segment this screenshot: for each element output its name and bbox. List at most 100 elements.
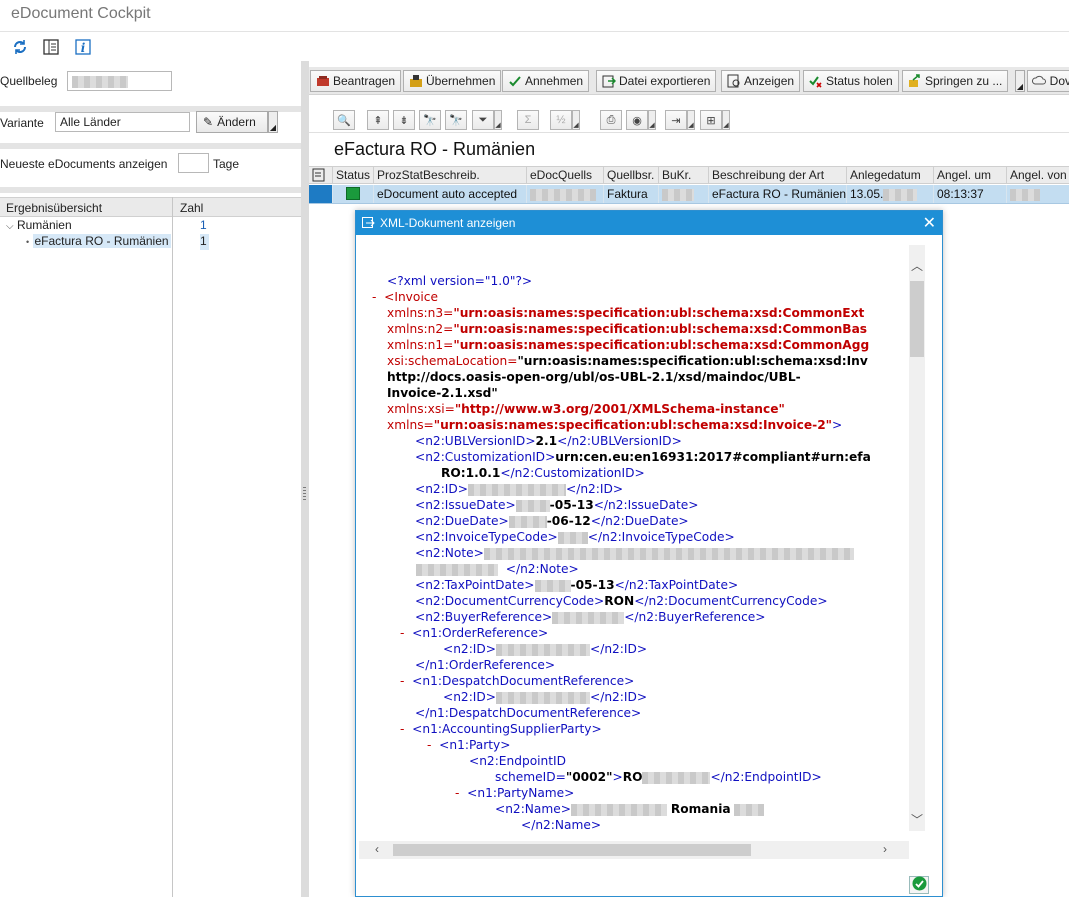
xml-line: <n2:ID> </n2:ID> <box>443 690 648 704</box>
splitter-grip-icon[interactable] <box>303 487 306 501</box>
springen-zu-button[interactable]: Springen zu ... <box>902 70 1009 92</box>
find-next-icon[interactable]: 🔭 <box>445 110 467 130</box>
status-holen-button[interactable]: Status holen <box>803 70 899 92</box>
scroll-up-icon[interactable]: ︿ <box>911 257 923 274</box>
anzeigen-button[interactable]: Anzeigen <box>721 70 801 92</box>
dialog-title: XML-Dokument anzeigen <box>380 216 516 230</box>
collapse-toggle[interactable]: - <box>372 290 376 304</box>
horizontal-scrollbar[interactable]: ‹ › <box>359 841 909 859</box>
download-button[interactable]: Dov <box>1027 70 1069 92</box>
refresh-icon[interactable] <box>10 37 30 57</box>
alv-toolbar: 🔍 ⇞ ⇟ 🔭 🔭 ⏷ ◢ Σ ½ ◢ ⎙ ◉ ◢ ⇥ ◢ ⊞ ◢ <box>309 107 1069 133</box>
subtotal-icon[interactable]: ½ <box>550 110 572 130</box>
xml-viewer[interactable]: <?xml version="1.0"?> - <Invoice xmlns:n… <box>359 245 925 849</box>
col-angel-von[interactable]: Angel. von <box>1007 167 1069 184</box>
collapse-toggle[interactable]: - <box>400 674 404 688</box>
vertical-scrollbar[interactable]: ︿ ﹀ <box>909 245 925 831</box>
xml-line: xmlns:xsi="http://www.w3.org/2001/XMLSch… <box>387 402 785 416</box>
scroll-right-icon[interactable]: › <box>883 842 887 856</box>
sum-icon[interactable]: Σ <box>517 110 539 130</box>
expand-icon[interactable]: ⌵ <box>6 221 14 232</box>
tree-col-zahl: Zahl <box>180 201 204 215</box>
ok-button[interactable] <box>909 876 929 894</box>
views-icon[interactable]: ◉ <box>626 110 648 130</box>
col-angel-um[interactable]: Angel. um <box>934 167 1007 184</box>
quellbeleg-input[interactable] <box>67 71 172 91</box>
separator <box>0 187 301 193</box>
filter-icon[interactable]: ⏷ <box>472 110 494 130</box>
collapse-toggle[interactable]: - <box>400 626 404 640</box>
xml-line: Invoice-2.1.xsd" <box>387 386 498 400</box>
uebernehmen-button[interactable]: Übernehmen <box>403 70 502 92</box>
xml-line: </n2:Note> <box>415 561 579 577</box>
panel-splitter[interactable] <box>301 61 309 897</box>
collapse-toggle[interactable]: - <box>427 738 431 752</box>
quellbsr-cell: Faktura <box>604 185 659 203</box>
sort-asc-icon[interactable]: ⇞ <box>367 110 389 130</box>
accept-icon <box>507 74 522 89</box>
collapse-toggle[interactable]: - <box>400 722 404 736</box>
annehmen-button[interactable]: Annehmen <box>502 70 590 92</box>
xml-dialog: XML-Dokument anzeigen ✕ <?xml version="1… <box>355 210 943 897</box>
tage-input[interactable] <box>178 153 209 173</box>
export-list-icon[interactable]: ⇥ <box>665 110 687 130</box>
cloud-icon <box>1032 74 1047 89</box>
col-quellbsr[interactable]: Quellbsr. <box>604 167 659 184</box>
separator <box>0 143 301 149</box>
beantragen-button[interactable]: Beantragen <box>310 70 402 92</box>
layout-icon[interactable] <box>41 37 61 57</box>
vertical-scroll-thumb[interactable] <box>910 281 924 357</box>
sort-desc-icon[interactable]: ⇟ <box>393 110 415 130</box>
xml-line: <n2:TaxPointDate> -05-13</n2:TaxPointDate… <box>415 578 739 592</box>
prozstat-cell: eDocument auto accepted <box>374 185 527 203</box>
svg-text:i: i <box>81 41 86 55</box>
xml-line: <?xml version="1.0"?> <box>387 274 533 288</box>
col-prozstat[interactable]: ProzStatBeschreib. <box>374 167 527 184</box>
tree-node-efactura[interactable]: • eFactura RO - Rumänien <box>26 234 208 250</box>
xml-line: xsi:schemaLocation="urn:oasis:names:spec… <box>387 354 868 368</box>
display-icon <box>726 74 741 89</box>
row-selector[interactable] <box>309 185 333 203</box>
window-title: eDocument Cockpit <box>11 5 151 22</box>
details-icon[interactable]: 🔍 <box>333 110 355 130</box>
collapse-toggle[interactable]: - <box>455 786 459 800</box>
scroll-down-icon[interactable]: ﹀ <box>911 811 923 828</box>
aendern-button[interactable]: ✎ Ändern <box>196 111 268 133</box>
springen-zu-dropdown[interactable]: ◢ <box>1015 70 1025 92</box>
xml-line: - <n1:DespatchDocumentReference> <box>400 674 635 688</box>
layout-dropdown[interactable]: ◢ <box>722 110 730 130</box>
col-bukr[interactable]: BuKr. <box>659 167 709 184</box>
variante-label: Variante <box>0 116 44 130</box>
print-icon[interactable]: ⎙ <box>600 110 622 130</box>
col-edocquells[interactable]: eDocQuells <box>527 167 604 184</box>
views-dropdown[interactable]: ◢ <box>648 110 656 130</box>
bullet-icon: • <box>26 237 30 247</box>
table-row[interactable]: eDocument auto accepted Faktura eFactura… <box>309 185 1069 204</box>
col-status[interactable]: Status <box>333 167 374 184</box>
variante-input[interactable]: Alle Länder <box>55 112 190 132</box>
grid-header: Status ProzStatBeschreib. eDocQuells Que… <box>309 166 1069 184</box>
tree-node-rumaenien[interactable]: ⌵ Rumänien <box>6 218 206 234</box>
select-all-icon[interactable] <box>309 167 333 184</box>
dialog-window-icon <box>362 217 375 232</box>
app-toolbar: i <box>0 33 1069 60</box>
xml-line: <n2:UBLVersionID>2.1</n2:UBLVersionID> <box>415 434 682 448</box>
find-icon[interactable]: 🔭 <box>419 110 441 130</box>
xml-line: - <n1:AccountingSupplierParty> <box>400 722 602 736</box>
export-list-dropdown[interactable]: ◢ <box>687 110 695 130</box>
subtotal-dropdown[interactable]: ◢ <box>572 110 580 130</box>
col-beschreibung[interactable]: Beschreibung der Art <box>709 167 847 184</box>
status-light-icon <box>346 187 360 200</box>
xml-line: </n1:OrderReference> <box>415 658 556 672</box>
close-icon[interactable]: ✕ <box>923 213 936 233</box>
xml-line: - <n1:PartyName> <box>455 786 575 800</box>
xml-line: </n2:Name> <box>521 818 602 832</box>
scroll-left-icon[interactable]: ‹ <box>375 842 379 856</box>
col-anlegedatum[interactable]: Anlegedatum <box>847 167 934 184</box>
horizontal-scroll-thumb[interactable] <box>393 844 751 856</box>
filter-dropdown[interactable]: ◢ <box>494 110 502 130</box>
aendern-dropdown[interactable]: ◢ <box>268 111 278 133</box>
datei-exportieren-button[interactable]: Datei exportieren <box>596 70 717 92</box>
layout-select-icon[interactable]: ⊞ <box>700 110 722 130</box>
info-icon[interactable]: i <box>73 37 93 57</box>
